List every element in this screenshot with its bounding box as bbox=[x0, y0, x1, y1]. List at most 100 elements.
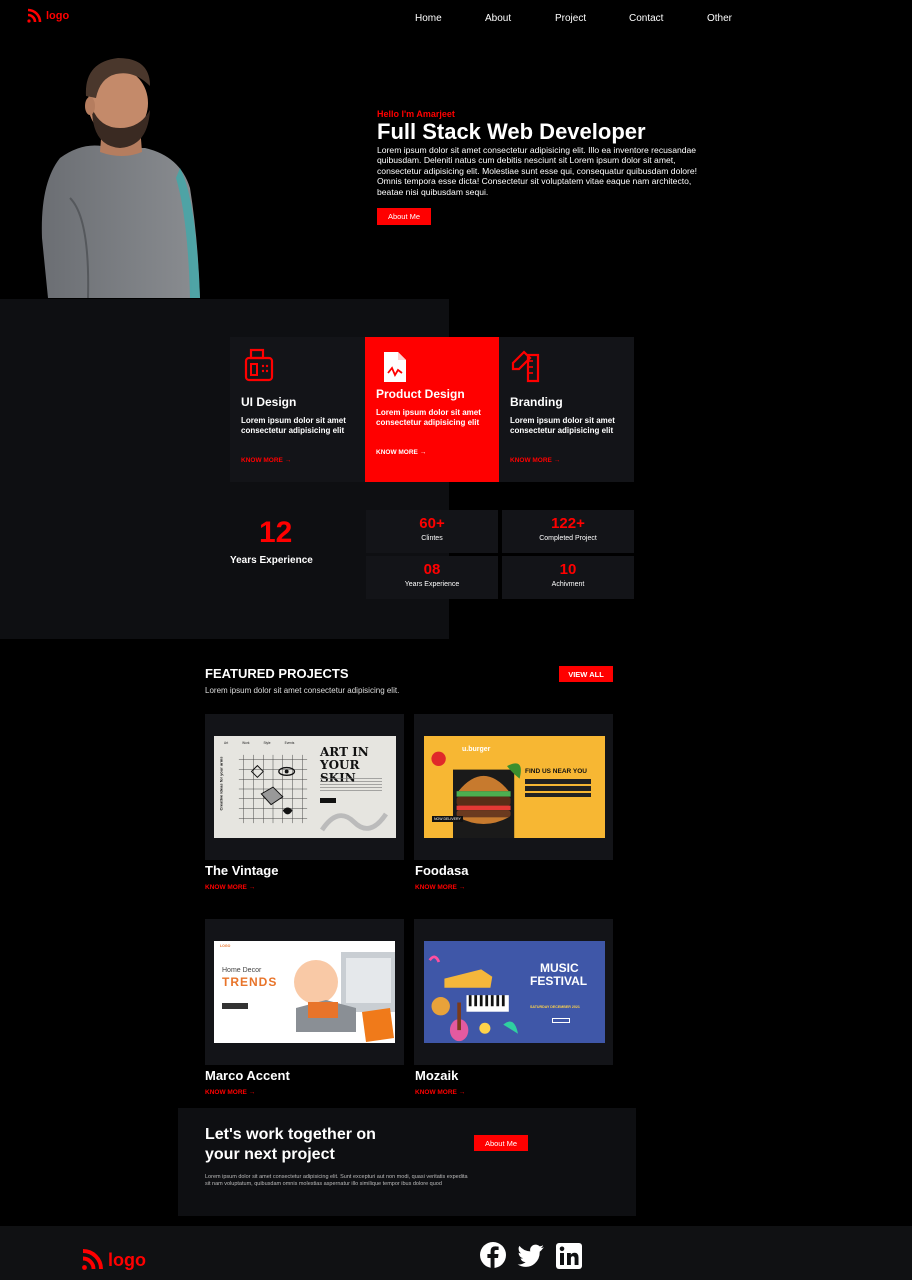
service-title: Branding bbox=[510, 395, 563, 409]
hero-greeting: Hello I'm Amarjeet bbox=[377, 109, 455, 119]
featured-subtitle: Lorem ipsum dolor sit amet consectetur a… bbox=[205, 686, 400, 695]
thumb-button bbox=[320, 798, 336, 803]
stat-years-experience: 08 Years Experience bbox=[366, 556, 498, 599]
stat-clients: 60+ Clintes bbox=[366, 510, 498, 553]
know-more-link[interactable]: KNOW MORE → bbox=[415, 1089, 465, 1096]
burger-illustration bbox=[431, 751, 521, 838]
thumb-headline: FIND US NEAR YOU bbox=[525, 768, 587, 775]
view-all-button[interactable]: VIEW ALL bbox=[559, 666, 613, 682]
experience-number: 12 bbox=[259, 516, 293, 549]
service-card-ui-design[interactable]: UI Design Lorem ipsum dolor sit amet con… bbox=[230, 337, 365, 482]
fax-machine-icon bbox=[244, 348, 274, 382]
service-text: Lorem ipsum dolor sit amet consectetur a… bbox=[241, 416, 346, 435]
nav-project[interactable]: Project bbox=[555, 13, 586, 24]
header-logo[interactable]: logo bbox=[26, 8, 69, 24]
know-more-label: KNOW MORE bbox=[205, 1089, 247, 1096]
service-text: Lorem ipsum dolor sit amet consectetur a… bbox=[510, 416, 615, 435]
thumb-nav: Art Work Style Events bbox=[224, 741, 295, 745]
stat-number: 122+ bbox=[551, 515, 585, 532]
project-thumbnail: u.burger FIND US NEAR YOU NOW DELIVERY bbox=[424, 736, 605, 838]
nav-contact[interactable]: Contact bbox=[629, 13, 663, 24]
music-instruments-illustration bbox=[428, 955, 518, 1042]
know-more-label: KNOW MORE bbox=[241, 457, 283, 464]
cta-title: Let's work together on your next project bbox=[205, 1125, 376, 1165]
linkedin-icon[interactable] bbox=[555, 1242, 583, 1270]
know-more-link[interactable]: KNOW MORE → bbox=[205, 1089, 255, 1096]
stat-label: Completed Project bbox=[539, 535, 597, 542]
know-more-label: KNOW MORE bbox=[376, 449, 418, 456]
footer-logo[interactable]: logo bbox=[80, 1248, 146, 1272]
service-card-branding[interactable]: Branding Lorem ipsum dolor sit amet cons… bbox=[499, 337, 634, 482]
nav-about[interactable]: About bbox=[485, 13, 511, 24]
logo-text: logo bbox=[46, 10, 70, 22]
cta-text: Lorem ipsum dolor sit amet consectetur a… bbox=[205, 1174, 468, 1187]
project-title: Mozaik bbox=[415, 1068, 459, 1083]
hero-description: Lorem ipsum dolor sit amet consectetur a… bbox=[377, 145, 698, 197]
thumb-swirl bbox=[320, 812, 388, 832]
stat-label: Achivment bbox=[551, 581, 585, 588]
know-more-label: KNOW MORE bbox=[415, 884, 457, 891]
service-card-product-design[interactable]: Product Design Lorem ipsum dolor sit ame… bbox=[365, 337, 500, 482]
service-title: Product Design bbox=[376, 387, 465, 401]
thumb-chip: NOW DELIVERY bbox=[432, 816, 463, 822]
know-more-link[interactable]: KNOW MORE → bbox=[376, 449, 426, 456]
stat-achievement: 10 Achivment bbox=[502, 556, 634, 599]
thumb-button bbox=[222, 1003, 248, 1009]
facebook-icon[interactable] bbox=[479, 1241, 507, 1269]
nav-other[interactable]: Other bbox=[707, 13, 732, 24]
thumb-headline-1: MUSIC bbox=[540, 961, 579, 975]
project-thumbnail: Art Work Style Events Creative ideas for… bbox=[214, 736, 396, 838]
cta-title-line-1: Let's work together on bbox=[205, 1126, 376, 1143]
know-more-label: KNOW MORE bbox=[205, 884, 247, 891]
project-card-vintage[interactable]: Art Work Style Events Creative ideas for… bbox=[205, 714, 404, 860]
twitter-icon[interactable] bbox=[517, 1241, 545, 1269]
stat-label: Years Experience bbox=[404, 581, 460, 588]
nav-home[interactable]: Home bbox=[415, 13, 442, 24]
logo-icon bbox=[27, 8, 42, 23]
arrow-right-icon: → bbox=[248, 884, 256, 891]
project-title: Marco Accent bbox=[205, 1068, 290, 1083]
cta-title-line-2: your next project bbox=[205, 1146, 335, 1163]
arrow-right-icon: → bbox=[553, 457, 561, 464]
interior-illustration bbox=[294, 952, 395, 1042]
thumb-form bbox=[525, 779, 591, 797]
thumb-brand: LOGO bbox=[220, 944, 231, 948]
thumb-date: SATURDAY DECEMBER 2021 bbox=[530, 1005, 580, 1009]
know-more-link[interactable]: KNOW MORE → bbox=[205, 884, 255, 891]
project-card-mozaik[interactable]: MUSIC FESTIVAL SATURDAY DECEMBER 2021 bbox=[414, 919, 613, 1065]
project-card-foodasa[interactable]: u.burger FIND US NEAR YOU NOW DELIVERY bbox=[414, 714, 613, 860]
thumb-lines bbox=[320, 778, 382, 792]
stat-number: 10 bbox=[559, 561, 577, 578]
arrow-right-icon: → bbox=[419, 449, 427, 456]
project-title: The Vintage bbox=[205, 863, 279, 878]
experience-label: Years Experience bbox=[230, 555, 313, 566]
stat-completed-project: 122+ Completed Project bbox=[502, 510, 634, 553]
stat-number: 08 bbox=[423, 561, 441, 578]
project-card-marco-accent[interactable]: LOGO Home Decor TRENDS bbox=[205, 919, 404, 1065]
tattoo-grid-illustration bbox=[238, 754, 308, 824]
arrow-right-icon: → bbox=[458, 884, 466, 891]
stat-number: 60+ bbox=[419, 515, 445, 532]
know-more-label: KNOW MORE bbox=[510, 457, 552, 464]
logo-text: logo bbox=[108, 1249, 146, 1270]
arrow-right-icon: → bbox=[458, 1089, 466, 1096]
thumb-side-text: Creative ideas for your arms bbox=[218, 756, 224, 811]
service-text: Lorem ipsum dolor sit amet consectetur a… bbox=[376, 408, 481, 427]
know-more-link[interactable]: KNOW MORE → bbox=[241, 457, 291, 464]
document-icon bbox=[384, 352, 406, 382]
hero-title: Full Stack Web Developer bbox=[377, 119, 646, 144]
project-thumbnail: MUSIC FESTIVAL SATURDAY DECEMBER 2021 bbox=[424, 941, 605, 1043]
hero-portrait bbox=[41, 58, 201, 298]
thumb-button bbox=[552, 1018, 570, 1023]
know-more-link[interactable]: KNOW MORE → bbox=[510, 457, 560, 464]
know-more-link[interactable]: KNOW MORE → bbox=[415, 884, 465, 891]
thumb-headline-2: FESTIVAL bbox=[530, 974, 588, 988]
logo-icon bbox=[82, 1249, 103, 1270]
cta-about-me-button[interactable]: About Me bbox=[474, 1135, 528, 1151]
project-thumbnail: LOGO Home Decor TRENDS bbox=[214, 941, 395, 1043]
about-me-button[interactable]: About Me bbox=[377, 208, 431, 225]
project-title: Foodasa bbox=[415, 863, 469, 878]
thumb-headline: TRENDS bbox=[222, 975, 278, 989]
pencil-ruler-icon bbox=[511, 350, 540, 383]
know-more-label: KNOW MORE bbox=[415, 1089, 457, 1096]
